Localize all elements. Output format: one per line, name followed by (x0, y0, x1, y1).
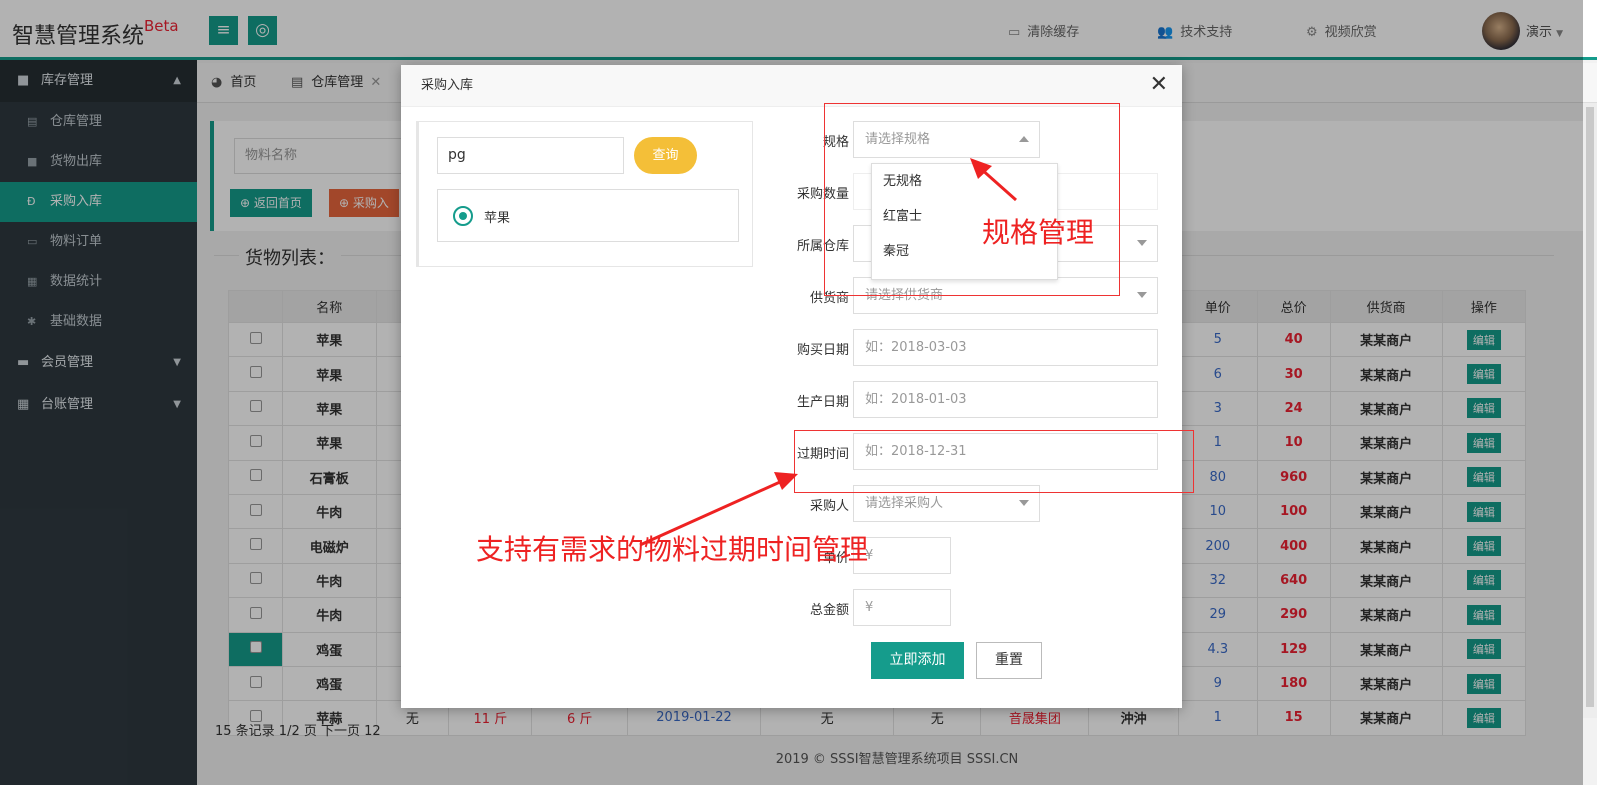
annotation-arrows (639, 158, 1017, 547)
arrow-head-icon (774, 472, 798, 490)
annotation-arrow-line (639, 480, 781, 547)
annotation-arrow-line (979, 166, 1017, 202)
